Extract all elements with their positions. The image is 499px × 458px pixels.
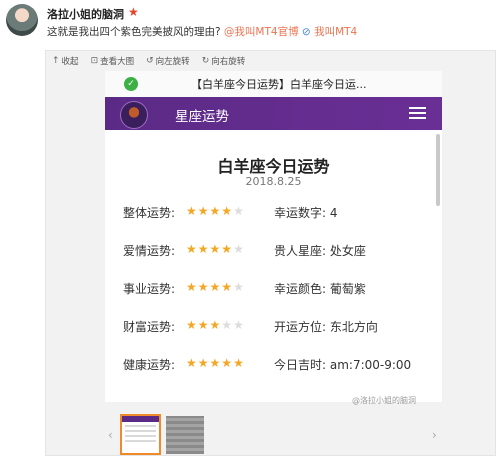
app-title: 星座运势 <box>175 109 229 125</box>
star-icon: ★ <box>186 318 197 332</box>
thumbnail-2[interactable] <box>166 416 204 454</box>
shield-icon: ✓ <box>124 77 138 91</box>
app-logo <box>120 101 148 129</box>
app-header <box>105 97 442 130</box>
rotate-left-icon: ↺ <box>146 56 154 66</box>
star-icon: ★ <box>233 356 244 370</box>
star-icon: ★ <box>233 242 244 256</box>
fortune-row-value: 开运方位: 东北方向 <box>274 320 378 334</box>
star-icon: ★ <box>233 204 244 218</box>
post-text: 这就是我出四个紫色完美披风的理由? @我叫MT4官博 ⊘ 我叫MT4 <box>47 24 357 39</box>
zoom-icon: ⊡ <box>90 56 99 66</box>
link-icon: ⊘ <box>301 26 311 38</box>
page-title: 白羊座今日运势 <box>217 157 330 176</box>
star-icon: ★ <box>197 318 209 332</box>
view-large-label: 查看大图 <box>100 57 135 67</box>
star-icon: ★ <box>209 242 221 256</box>
star-rating: ★ ★ ★ ★ ★ <box>186 319 244 331</box>
browser-title: 【白羊座今日运势】白羊座今日运... <box>191 78 367 91</box>
star-icon: ★ <box>186 356 197 370</box>
star-icon: ★ <box>186 204 197 218</box>
star-icon: ★ <box>197 204 209 218</box>
star-icon: ★ <box>128 5 139 19</box>
username[interactable]: 洛拉小姐的脑洞 <box>47 6 124 22</box>
star-rating: ★ ★ ★ ★ ★ <box>186 205 244 217</box>
rotate-right-label: 向右旋转 <box>211 57 246 67</box>
fortune-row-label: 财富运势: <box>123 320 176 334</box>
star-rating: ★ ★ ★ ★ ★ <box>186 243 244 255</box>
fortune-row-value: 幸运颜色: 葡萄紫 <box>274 282 366 296</box>
star-icon: ★ <box>186 242 197 256</box>
fortune-row-value: 幸运数字: 4 <box>274 206 338 220</box>
post-main-text: 这就是我出四个紫色完美披风的理由? <box>47 26 221 38</box>
star-icon: ★ <box>221 356 233 370</box>
star-icon: ★ <box>209 318 221 332</box>
view-large-button[interactable]: ⊡ 查看大图 <box>91 55 135 67</box>
star-icon: ★ <box>197 356 209 370</box>
rotate-right-icon: ↻ <box>201 56 210 66</box>
star-icon: ★ <box>197 242 209 256</box>
thumbnail-1[interactable] <box>120 414 161 455</box>
rotate-right-button[interactable]: ↻ 向右旋转 <box>202 55 246 67</box>
star-rating: ★ ★ ★ ★ ★ <box>186 281 244 293</box>
star-icon: ★ <box>233 318 244 332</box>
star-icon: ★ <box>209 356 221 370</box>
fortune-row-value: 贵人星座: 处女座 <box>274 244 366 258</box>
screenshot-image[interactable]: ✓ 【白羊座今日运势】白羊座今日运... 星座运势 白羊座今日运势 2018.8… <box>105 71 442 402</box>
media-toolbar: ↑ 收起 ⊡ 查看大图 ↺ 向左旋转 ↻ 向右旋转 <box>52 55 245 67</box>
star-icon: ★ <box>221 242 233 256</box>
star-icon: ★ <box>197 280 209 294</box>
fortune-row-value: 今日吉时: am:7:00-9:00 <box>274 358 412 372</box>
collapse-icon: ↑ <box>52 56 60 66</box>
star-icon: ★ <box>209 280 221 294</box>
watermark: @洛拉小姐的脑洞 <box>352 396 416 405</box>
chevron-left-icon[interactable]: ‹ <box>108 428 113 442</box>
page-date: 2018.8.25 <box>245 175 302 188</box>
mention-mt4-official[interactable]: @我叫MT4官博 <box>224 26 299 38</box>
mention-mt4[interactable]: 我叫MT4 <box>314 26 357 38</box>
fortune-row-label: 整体运势: <box>123 206 176 220</box>
fortune-row-label: 爱情运势: <box>123 244 176 258</box>
chevron-right-icon[interactable]: › <box>432 428 437 442</box>
fortune-row-label: 健康运势: <box>123 358 176 372</box>
rotate-left-label: 向左旋转 <box>155 57 190 67</box>
star-rating: ★ ★ ★ ★ ★ <box>186 357 244 369</box>
star-icon: ★ <box>221 204 233 218</box>
star-icon: ★ <box>233 280 244 294</box>
star-icon: ★ <box>221 318 233 332</box>
star-icon: ★ <box>209 204 221 218</box>
rotate-left-button[interactable]: ↺ 向左旋转 <box>146 55 190 67</box>
avatar[interactable] <box>6 4 38 36</box>
collapse-label: 收起 <box>61 57 79 67</box>
fortune-row-label: 事业运势: <box>123 282 176 296</box>
star-icon: ★ <box>221 280 233 294</box>
star-icon: ★ <box>186 280 197 294</box>
menu-icon <box>409 104 426 122</box>
collapse-button[interactable]: ↑ 收起 <box>52 55 79 67</box>
